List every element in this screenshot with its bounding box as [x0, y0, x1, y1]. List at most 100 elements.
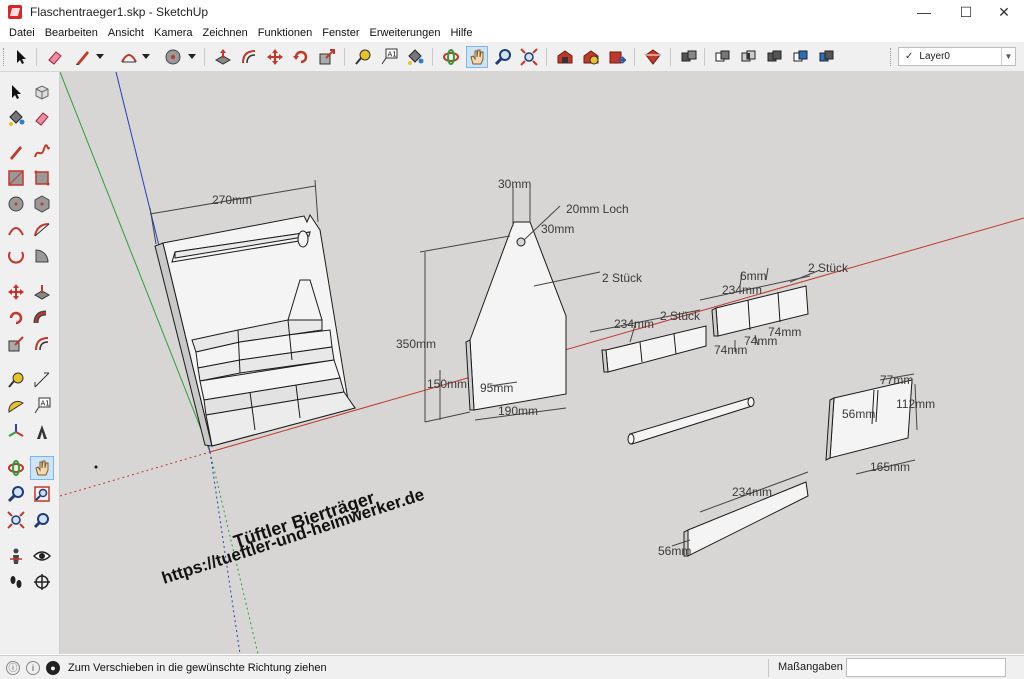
circle-tool-button[interactable]	[4, 192, 28, 216]
share-model-button[interactable]	[580, 46, 602, 68]
toolbar-grip[interactable]	[890, 48, 893, 66]
scale-tool-button[interactable]	[316, 46, 338, 68]
text-tool-button[interactable]: A1	[378, 46, 400, 68]
menu-ansicht[interactable]: Ansicht	[103, 27, 149, 39]
follow-me-tool-button[interactable]	[30, 306, 54, 330]
rotated-rectangle-tool-button[interactable]	[30, 166, 54, 190]
window-title: Flaschentraeger1.skp - SketchUp	[30, 5, 209, 19]
line-tool-button[interactable]	[72, 46, 94, 68]
paint-bucket-tool-button[interactable]	[404, 46, 426, 68]
previous-view-button[interactable]	[30, 508, 54, 532]
orbit-tool-button[interactable]	[440, 46, 462, 68]
credits-icon[interactable]: i	[26, 660, 40, 675]
pan-tool-button[interactable]	[30, 456, 54, 480]
eraser-tool-button[interactable]	[30, 106, 54, 130]
union-button[interactable]	[764, 46, 786, 68]
text-tool-button[interactable]: A1	[30, 394, 54, 418]
menu-zeichnen-label: Zeichnen	[202, 27, 248, 39]
arc-tool-button[interactable]	[118, 46, 140, 68]
line-tool-button[interactable]	[4, 140, 28, 164]
3d-warehouse-button[interactable]	[554, 46, 576, 68]
protractor-tool-button[interactable]	[4, 394, 28, 418]
menu-erweiterungen[interactable]: Erweiterungen	[365, 27, 446, 39]
components-button[interactable]	[678, 46, 700, 68]
intersect-button[interactable]	[738, 46, 760, 68]
axes-tool-button[interactable]	[4, 420, 28, 444]
paint-bucket-tool-button[interactable]	[4, 106, 28, 130]
push-pull-tool-button[interactable]	[30, 280, 54, 304]
move-tool-button[interactable]	[264, 46, 286, 68]
select-tool-button[interactable]	[10, 46, 32, 68]
3d-text-tool-button[interactable]	[30, 420, 54, 444]
close-button[interactable]: ✕	[984, 0, 1024, 24]
make-component-button[interactable]	[30, 80, 54, 104]
menu-datei[interactable]: Datei	[4, 27, 40, 39]
model-scene: 270mm 30mm 20mm Loch 30mm 2 Stück 350mm …	[60, 72, 1024, 654]
layer-dropdown[interactable]: ✓ Layer0 ▼	[898, 47, 1016, 66]
zoom-extents-tool-button[interactable]	[518, 46, 540, 68]
three-point-arc-tool-button[interactable]	[4, 244, 28, 268]
dimension-tool-button[interactable]	[30, 368, 54, 392]
zoom-tool-button[interactable]	[492, 46, 514, 68]
polygon-tool-button[interactable]	[30, 192, 54, 216]
rectangle-tool-button[interactable]	[4, 166, 28, 190]
handle-dowel	[627, 397, 755, 445]
position-camera-button[interactable]	[4, 544, 28, 568]
arc-tool-button[interactable]	[4, 218, 28, 242]
rotate-tool-button[interactable]	[4, 306, 28, 330]
menu-funktionen-label: Funktionen	[257, 27, 313, 39]
model-viewport[interactable]: 270mm 30mm 20mm Loch 30mm 2 Stück 350mm …	[60, 72, 1024, 654]
sketchup-app-icon	[8, 5, 22, 19]
eraser-tool-button[interactable]	[44, 46, 66, 68]
zoom-window-tool-button[interactable]	[30, 482, 54, 506]
toolbar-separator	[432, 48, 433, 66]
offset-tool-button[interactable]	[238, 46, 260, 68]
pie-tool-button[interactable]	[30, 244, 54, 268]
arc-tool-dropdown[interactable]	[140, 46, 152, 68]
extension-warehouse-button[interactable]	[642, 46, 664, 68]
subtract-button[interactable]	[790, 46, 812, 68]
magnifier-icon	[7, 486, 24, 503]
minimize-button[interactable]: —	[904, 0, 944, 24]
menu-funktionen[interactable]: Funktionen	[253, 27, 317, 39]
user-account-icon[interactable]: ●	[46, 660, 60, 675]
menu-bearbeiten[interactable]: Bearbeiten	[40, 27, 103, 39]
menu-hilfe[interactable]: Hilfe	[445, 27, 477, 39]
tape-measure-tool-button[interactable]	[352, 46, 374, 68]
shape-tool-dropdown[interactable]	[186, 46, 198, 68]
line-tool-dropdown[interactable]	[94, 46, 106, 68]
zoom-extents-tool-button[interactable]	[4, 508, 28, 532]
offset-tool-button[interactable]	[30, 332, 54, 356]
toolbar-grip[interactable]	[3, 48, 6, 66]
look-around-button[interactable]	[30, 544, 54, 568]
toolbar-separator	[344, 48, 345, 66]
section-plane-button[interactable]	[30, 570, 54, 594]
select-tool-button[interactable]	[4, 80, 28, 104]
freehand-tool-button[interactable]	[30, 140, 54, 164]
axes-icon	[8, 424, 24, 437]
geolocation-icon[interactable]: ⓘ	[6, 660, 20, 675]
components-icon	[681, 50, 697, 62]
tape-measure-tool-button[interactable]	[4, 368, 28, 392]
outer-shell-icon	[715, 50, 730, 62]
share-component-button[interactable]	[606, 46, 628, 68]
outer-shell-button[interactable]	[712, 46, 734, 68]
two-point-arc-tool-button[interactable]	[30, 218, 54, 242]
shape-tool-button[interactable]	[162, 46, 184, 68]
eraser-icon	[48, 51, 62, 65]
zoom-tool-button[interactable]	[4, 482, 28, 506]
circle-icon	[8, 196, 24, 212]
rotate-tool-button[interactable]	[290, 46, 312, 68]
pan-tool-button[interactable]	[466, 46, 488, 68]
menu-fenster[interactable]: Fenster	[317, 27, 364, 39]
menu-kamera[interactable]: Kamera	[149, 27, 198, 39]
menu-zeichnen[interactable]: Zeichnen	[198, 27, 253, 39]
move-tool-button[interactable]	[4, 280, 28, 304]
measurements-input[interactable]	[846, 658, 1006, 677]
push-pull-tool-button[interactable]	[212, 46, 234, 68]
maximize-button[interactable]: ☐	[946, 0, 986, 24]
orbit-tool-button[interactable]	[4, 456, 28, 480]
trim-button[interactable]	[816, 46, 838, 68]
scale-tool-button[interactable]	[4, 332, 28, 356]
walk-tool-button[interactable]	[4, 570, 28, 594]
